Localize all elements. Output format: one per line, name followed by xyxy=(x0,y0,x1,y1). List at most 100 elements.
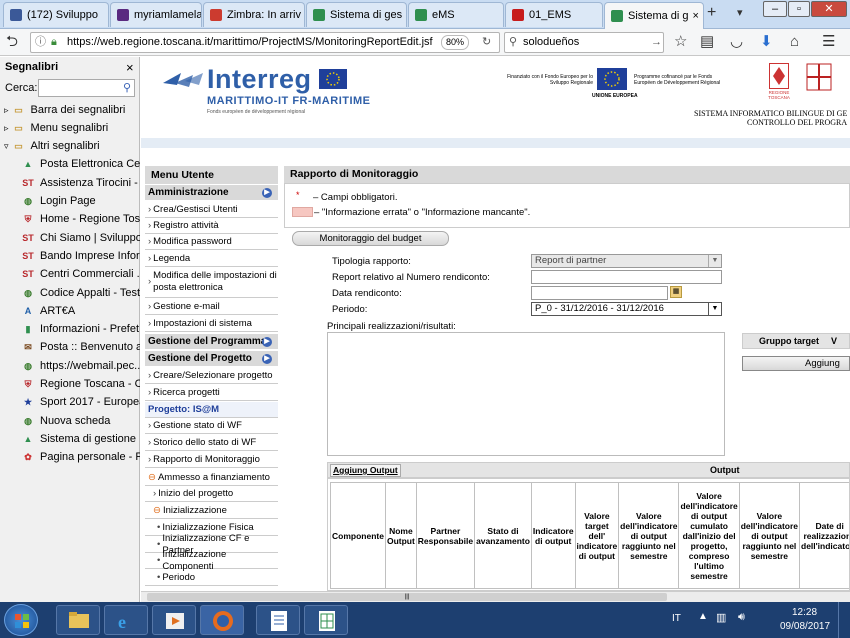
bookmark-item[interactable]: ✉ Posta :: Benvenuto a ... xyxy=(0,338,140,356)
browser-tab[interactable]: myriamlamela xyxy=(110,2,202,27)
search-text[interactable]: solodueños xyxy=(523,33,579,52)
maximize-button[interactable]: ▫ xyxy=(788,1,810,17)
menu-item[interactable]: › Ricerca progetti xyxy=(145,385,278,401)
menu-item[interactable]: • Periodo xyxy=(145,570,278,586)
menu-item[interactable]: › Impostazioni di sistema xyxy=(145,316,278,332)
info-icon[interactable]: ⓘ xyxy=(35,33,46,52)
explorer-taskbar-icon[interactable] xyxy=(56,605,100,635)
bookmark-item[interactable]: ▹ ▭ Menu segnalibri xyxy=(0,119,140,137)
scrollbar-thumb[interactable]: ||| xyxy=(147,593,667,601)
chevron-down-icon[interactable]: ▼ xyxy=(708,303,721,315)
chevron-down-icon[interactable]: ▼ xyxy=(708,255,721,267)
bookmark-item[interactable]: ▮ Informazioni - Prefet... xyxy=(0,320,140,338)
menu-item[interactable]: ⊖ Ammesso a finanziamento xyxy=(145,470,278,486)
bookmark-item[interactable]: ⛨ Home - Regione Tosc... xyxy=(0,210,140,228)
menu-item[interactable]: › Registro attività xyxy=(145,218,278,234)
firefox-taskbar-icon[interactable] xyxy=(200,605,244,635)
browser-tab[interactable]: Zimbra: In arriv xyxy=(203,2,305,27)
bookmark-item[interactable]: ST Assistenza Tirocini - ... xyxy=(0,174,140,192)
menu-item[interactable]: › Storico dello stato di WF xyxy=(145,435,278,451)
collapsed-arrow-icon[interactable]: ▹ xyxy=(4,123,9,134)
tab-list-dropdown-icon[interactable]: ▾ xyxy=(737,6,743,19)
bookmark-item[interactable]: ◍ https://webmail.pec.... xyxy=(0,357,140,375)
close-tab-icon[interactable]: × xyxy=(693,10,699,22)
expand-arrow-icon[interactable]: ▶ xyxy=(262,337,272,347)
browser-tab[interactable]: 01_EMS xyxy=(505,2,603,27)
tray-arrow-icon[interactable]: ▲ xyxy=(698,611,708,622)
menu-item[interactable]: › Creare/Selezionare progetto xyxy=(145,368,278,384)
bookmark-item[interactable]: ◍ Nuova scheda xyxy=(0,412,140,430)
menu-item[interactable]: › Rapporto di Monitoraggio xyxy=(145,452,278,468)
menu-section-header[interactable]: Gestione del Progetto ▶ xyxy=(145,351,278,367)
media-player-taskbar-icon[interactable] xyxy=(152,605,196,635)
bookmark-item[interactable]: ST Bando Imprese Infor... xyxy=(0,247,140,265)
bookmark-item[interactable]: ✿ Pagina personale - P... xyxy=(0,448,140,466)
add-output-button[interactable]: Aggiung Output xyxy=(330,464,401,477)
menu-item[interactable]: › Gestione e-mail xyxy=(145,299,278,315)
reading-list-icon[interactable]: ▤ xyxy=(700,32,714,52)
new-tab-button[interactable]: + xyxy=(707,4,716,22)
pocket-icon[interactable]: ◡ xyxy=(730,32,743,52)
bookmark-item[interactable]: ST Chi Siamo | Sviluppo... xyxy=(0,229,140,247)
word-taskbar-icon[interactable] xyxy=(256,605,300,635)
expand-arrow-icon[interactable]: ▶ xyxy=(262,188,272,198)
menu-item[interactable]: › Inizio del progetto xyxy=(145,486,278,502)
bookmark-item[interactable]: ▹ ▭ Barra dei segnalibri xyxy=(0,101,140,119)
back-arrow-icon[interactable]: ⮌ xyxy=(6,32,18,52)
menu-section-header[interactable]: Gestione del Programma ▶ xyxy=(145,334,278,350)
browser-tab[interactable]: Sistema di ges xyxy=(306,2,407,27)
menu-item[interactable]: ⊖ Inizializzazione xyxy=(145,503,278,519)
menu-item[interactable]: • Inizializzazione Componenti xyxy=(145,549,278,572)
start-button[interactable] xyxy=(4,604,38,636)
collapsed-arrow-icon[interactable]: ▹ xyxy=(4,105,9,116)
bookmark-item[interactable]: A ART€A xyxy=(0,302,140,320)
realizzazioni-textarea[interactable] xyxy=(327,332,725,456)
search-input[interactable]: ⚲ solodueños → xyxy=(504,32,664,53)
clock-time[interactable]: 12:28 xyxy=(792,607,817,618)
menu-icon[interactable]: ☰ xyxy=(822,32,835,52)
horizontal-scrollbar[interactable]: ||| xyxy=(141,591,850,602)
menu-item[interactable]: › Gestione stato di WF xyxy=(145,418,278,434)
bookmark-item[interactable]: ◍ Login Page xyxy=(0,192,140,210)
bookmark-item[interactable]: ▲ Posta Elettronica Cer... xyxy=(0,155,140,173)
bookmark-item[interactable]: ◍ Codice Appalti - Test... xyxy=(0,284,140,302)
browser-tab[interactable]: Sistema di g × xyxy=(604,2,704,29)
add-gruppo-button[interactable]: Aggiung xyxy=(742,356,850,371)
zoom-level[interactable]: 80% xyxy=(441,35,470,50)
data-input[interactable] xyxy=(531,286,668,300)
ie-taskbar-icon[interactable]: e xyxy=(104,605,148,635)
show-desktop-button[interactable] xyxy=(838,602,850,638)
language-indicator[interactable]: IT xyxy=(672,613,681,624)
home-icon[interactable]: ⌂ xyxy=(790,32,799,52)
calendar-icon[interactable]: ▦ xyxy=(670,286,682,298)
sidebar-close-icon[interactable]: × xyxy=(126,60,134,75)
sidebar-search-input[interactable]: ⚲ xyxy=(38,79,135,97)
bookmark-item[interactable]: ▲ Sistema di gestione ... xyxy=(0,430,140,448)
browser-tab[interactable]: (172) Sviluppo xyxy=(3,2,109,27)
budget-monitoring-button[interactable]: Monitoraggio del budget xyxy=(292,231,449,246)
minimize-button[interactable]: – xyxy=(763,1,787,17)
close-window-button[interactable]: ✕ xyxy=(811,1,847,17)
bookmark-item[interactable]: ST Centri Commerciali ... xyxy=(0,265,140,283)
volume-icon[interactable]: 🔊︎ xyxy=(738,611,745,624)
expanded-arrow-icon[interactable]: ▿ xyxy=(4,141,9,152)
bookmark-item[interactable]: ★ Sport 2017 - Europea... xyxy=(0,393,140,411)
reload-icon[interactable]: ↻ xyxy=(482,33,491,52)
browser-tab[interactable]: eMS xyxy=(408,2,504,27)
menu-item[interactable]: › Crea/Gestisci Utenti xyxy=(145,202,278,218)
menu-item[interactable]: › Legenda xyxy=(145,251,278,267)
menu-item[interactable]: › Modifica password xyxy=(145,234,278,250)
excel-taskbar-icon[interactable] xyxy=(304,605,348,635)
bookmark-item[interactable]: ▿ ▭ Altri segnalibri xyxy=(0,137,140,155)
network-icon[interactable]: ▥ xyxy=(716,611,726,624)
menu-section-header[interactable]: Amministrazione ▶ xyxy=(145,185,278,201)
go-arrow-icon[interactable]: → xyxy=(651,33,662,52)
menu-item[interactable]: › Modifica delle impostazioni di posta el… xyxy=(145,267,278,298)
bookmark-star-icon[interactable]: ☆ xyxy=(674,32,687,52)
tipologia-select[interactable]: Report di partner ▼ xyxy=(531,254,722,268)
download-icon[interactable]: ⬇ xyxy=(760,32,773,52)
periodo-select[interactable]: P_0 - 31/12/2016 - 31/12/2016 ▼ xyxy=(531,302,722,316)
expand-arrow-icon[interactable]: ▶ xyxy=(262,354,272,364)
url-text[interactable]: https://web.regione.toscana.it/marittimo… xyxy=(67,33,433,52)
numero-input[interactable] xyxy=(531,270,722,284)
